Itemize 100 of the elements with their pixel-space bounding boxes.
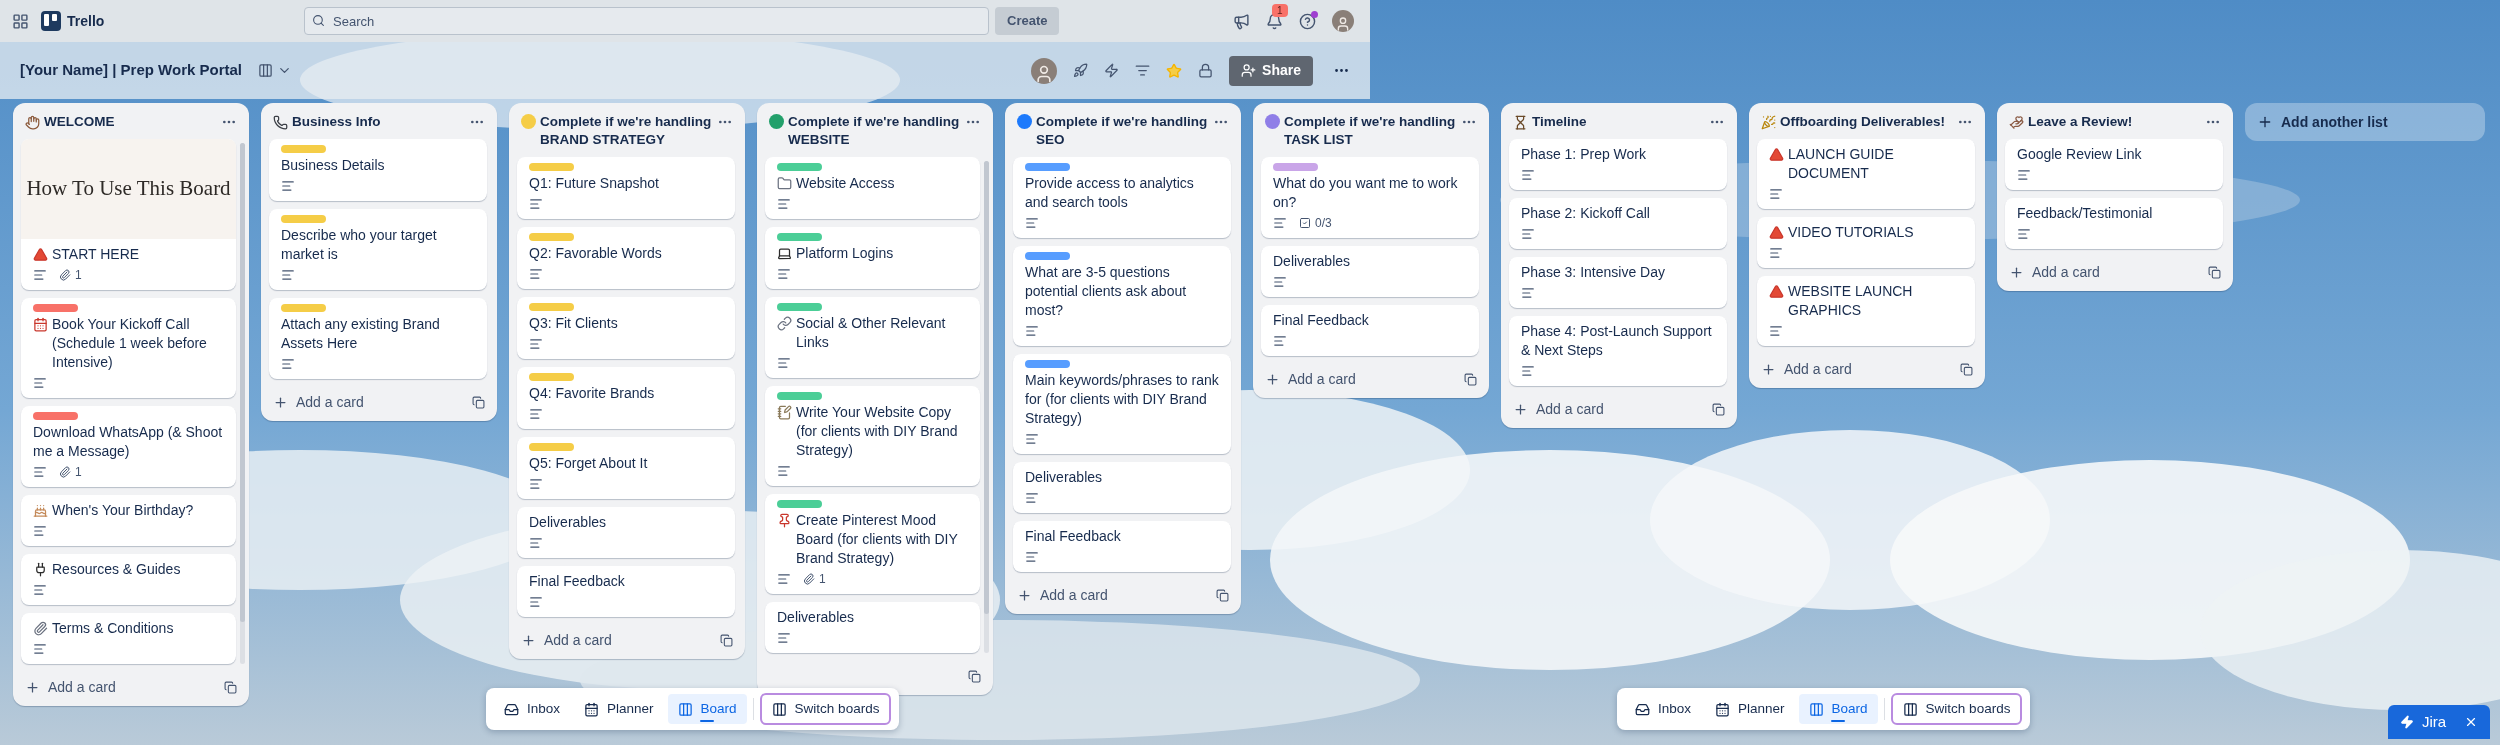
add-card-button[interactable]: Add a card	[521, 629, 612, 651]
add-list-button[interactable]: Add another list	[2245, 103, 2485, 141]
list-title[interactable]: Timeline	[1532, 113, 1709, 131]
template-icon[interactable]	[1712, 402, 1725, 416]
card[interactable]: Final Feedback	[1261, 305, 1479, 356]
card[interactable]: Website Access	[765, 157, 980, 219]
template-icon[interactable]	[720, 633, 733, 647]
search-field[interactable]: Search	[304, 7, 989, 35]
template-icon[interactable]	[224, 680, 237, 694]
add-card-button[interactable]: Add a card	[1017, 584, 1108, 606]
add-card-button[interactable]: Add a card	[273, 391, 364, 413]
card[interactable]: What do you want me to work on? 0/3	[1261, 157, 1479, 238]
card[interactable]: Resources & Guides	[21, 554, 236, 605]
card[interactable]: Terms & Conditions	[21, 613, 236, 664]
scrollbar[interactable]	[984, 161, 989, 653]
scrollbar[interactable]	[240, 143, 245, 664]
nav-tab[interactable]: Inbox	[1625, 694, 1702, 724]
card[interactable]: Attach any existing Brand Assets Here	[269, 298, 487, 379]
notepad-icon	[777, 405, 792, 420]
card[interactable]: Create Pinterest Mood Board (for clients with DIY Brand Strategy) 1	[765, 494, 980, 594]
switch-boards-button[interactable]: Switch boards	[1890, 693, 2023, 725]
apps-icon[interactable]	[12, 12, 29, 30]
card[interactable]: Phase 2: Kickoff Call	[1509, 198, 1727, 249]
create-button[interactable]: Create	[995, 7, 1060, 35]
add-card-button[interactable]: Add a card	[1265, 368, 1356, 390]
add-card-button[interactable]: Add a card	[1761, 358, 1852, 380]
card[interactable]: Q1: Future Snapshot	[517, 157, 735, 219]
list-title[interactable]: Leave a Review!	[2028, 113, 2205, 131]
card[interactable]: Final Feedback	[517, 566, 735, 617]
card[interactable]: What are 3-5 questions potential clients ask about most?	[1013, 246, 1231, 346]
card[interactable]: Platform Logins	[765, 227, 980, 289]
jira-button[interactable]: Jira	[2388, 705, 2490, 739]
avatar[interactable]	[1031, 57, 1058, 84]
lock-icon[interactable]	[1198, 63, 1214, 78]
lightning-icon[interactable]	[1104, 63, 1120, 78]
nav-tab[interactable]: Planner	[574, 694, 664, 724]
list-title[interactable]: Offboarding Deliverables!	[1780, 113, 1957, 131]
card-title: Phase 3: Intensive Day	[1521, 263, 1666, 282]
card[interactable]: Phase 1: Prep Work	[1509, 139, 1727, 190]
card[interactable]: Deliverables	[1013, 462, 1231, 513]
trello-logo-icon[interactable]	[41, 11, 61, 31]
card[interactable]: Q4: Favorite Brands	[517, 367, 735, 429]
megaphone-icon[interactable]	[1233, 12, 1250, 30]
card[interactable]: LAUNCH GUIDE DOCUMENT	[1757, 139, 1975, 209]
nav-tab[interactable]: Inbox	[494, 694, 571, 724]
board-title[interactable]: [Your Name] | Prep Work Portal	[20, 59, 243, 82]
card[interactable]: Main keywords/phrases to rank for (for clients with DIY Brand Strategy)	[1013, 354, 1231, 454]
card[interactable]: When's Your Birthday?	[21, 495, 236, 546]
list-title[interactable]: Business Info	[292, 113, 469, 131]
close-icon[interactable]	[2464, 715, 2478, 729]
template-icon[interactable]	[2208, 265, 2221, 279]
card[interactable]: Provide access to analytics and search tools	[1013, 157, 1231, 238]
card[interactable]: Final Feedback	[1013, 521, 1231, 572]
template-icon[interactable]	[1464, 372, 1477, 386]
nav-tab[interactable]: Board	[667, 694, 747, 724]
card[interactable]: VIDEO TUTORIALS	[1757, 217, 1975, 268]
list-title[interactable]: WELCOME	[44, 113, 221, 131]
card[interactable]: Describe who your target market is	[269, 209, 487, 290]
star-icon[interactable]	[1166, 62, 1183, 79]
card[interactable]: Phase 4: Post-Launch Support & Next Steps	[1509, 316, 1727, 386]
rocket-icon[interactable]	[1073, 63, 1089, 78]
card[interactable]: Phase 3: Intensive Day	[1509, 257, 1727, 308]
nav-tab[interactable]: Board	[1798, 694, 1878, 724]
template-icon[interactable]	[968, 669, 981, 683]
card[interactable]: Download WhatsApp (& Shoot me a Message) 1	[21, 406, 236, 487]
add-card-button[interactable]: Add a card	[1513, 398, 1604, 420]
list-title[interactable]: Complete if we're handling BRAND STRATEGY	[540, 113, 717, 149]
filter-icon[interactable]	[1135, 63, 1151, 78]
nav-tab[interactable]: Planner	[1705, 694, 1795, 724]
card[interactable]: Q3: Fit Clients	[517, 297, 735, 359]
card-title: Attach any existing Brand Assets Here	[281, 315, 441, 353]
card[interactable]: Business Details	[269, 139, 487, 201]
add-card-button[interactable]: Add a card	[2009, 261, 2100, 283]
list-title[interactable]: Complete if we're handling TASK LIST	[1284, 113, 1461, 149]
card[interactable]: Deliverables	[1261, 246, 1479, 297]
avatar[interactable]	[1332, 10, 1354, 32]
template-icon[interactable]	[472, 395, 485, 409]
template-icon[interactable]	[1216, 588, 1229, 602]
card[interactable]: Social & Other Relevant Links	[765, 297, 980, 378]
add-card-button[interactable]: Add a card	[25, 676, 116, 698]
card[interactable]: Write Your Website Copy (for clients with DIY Brand Strategy)	[765, 386, 980, 486]
card[interactable]: Deliverables	[517, 507, 735, 558]
card[interactable]: Deliverables	[765, 602, 980, 653]
list-title[interactable]: Complete if we're handling WEBSITE	[788, 113, 965, 149]
notifications-icon[interactable]	[1266, 12, 1283, 30]
card-title: Final Feedback	[1273, 311, 1370, 330]
card[interactable]: Book Your Kickoff Call (Schedule 1 week before Intensive)	[21, 298, 236, 398]
card[interactable]: Q5: Forget About It	[517, 437, 735, 499]
phone-icon	[273, 115, 288, 130]
card[interactable]: Q2: Favorable Words	[517, 227, 735, 289]
list-title[interactable]: Complete if we're handling SEO	[1036, 113, 1213, 149]
share-button[interactable]: Share	[1229, 55, 1313, 86]
card[interactable]: Google Review Link	[2005, 139, 2223, 190]
template-icon[interactable]	[1960, 362, 1973, 376]
switch-boards-button[interactable]: Switch boards	[759, 693, 892, 725]
card-title: Deliverables	[777, 608, 856, 627]
card[interactable]: Feedback/Testimonial	[2005, 198, 2223, 249]
card[interactable]: How To Use This Board START HERE 1	[21, 139, 236, 290]
card[interactable]: WEBSITE LAUNCH GRAPHICS	[1757, 276, 1975, 346]
help-icon[interactable]	[1299, 12, 1316, 30]
